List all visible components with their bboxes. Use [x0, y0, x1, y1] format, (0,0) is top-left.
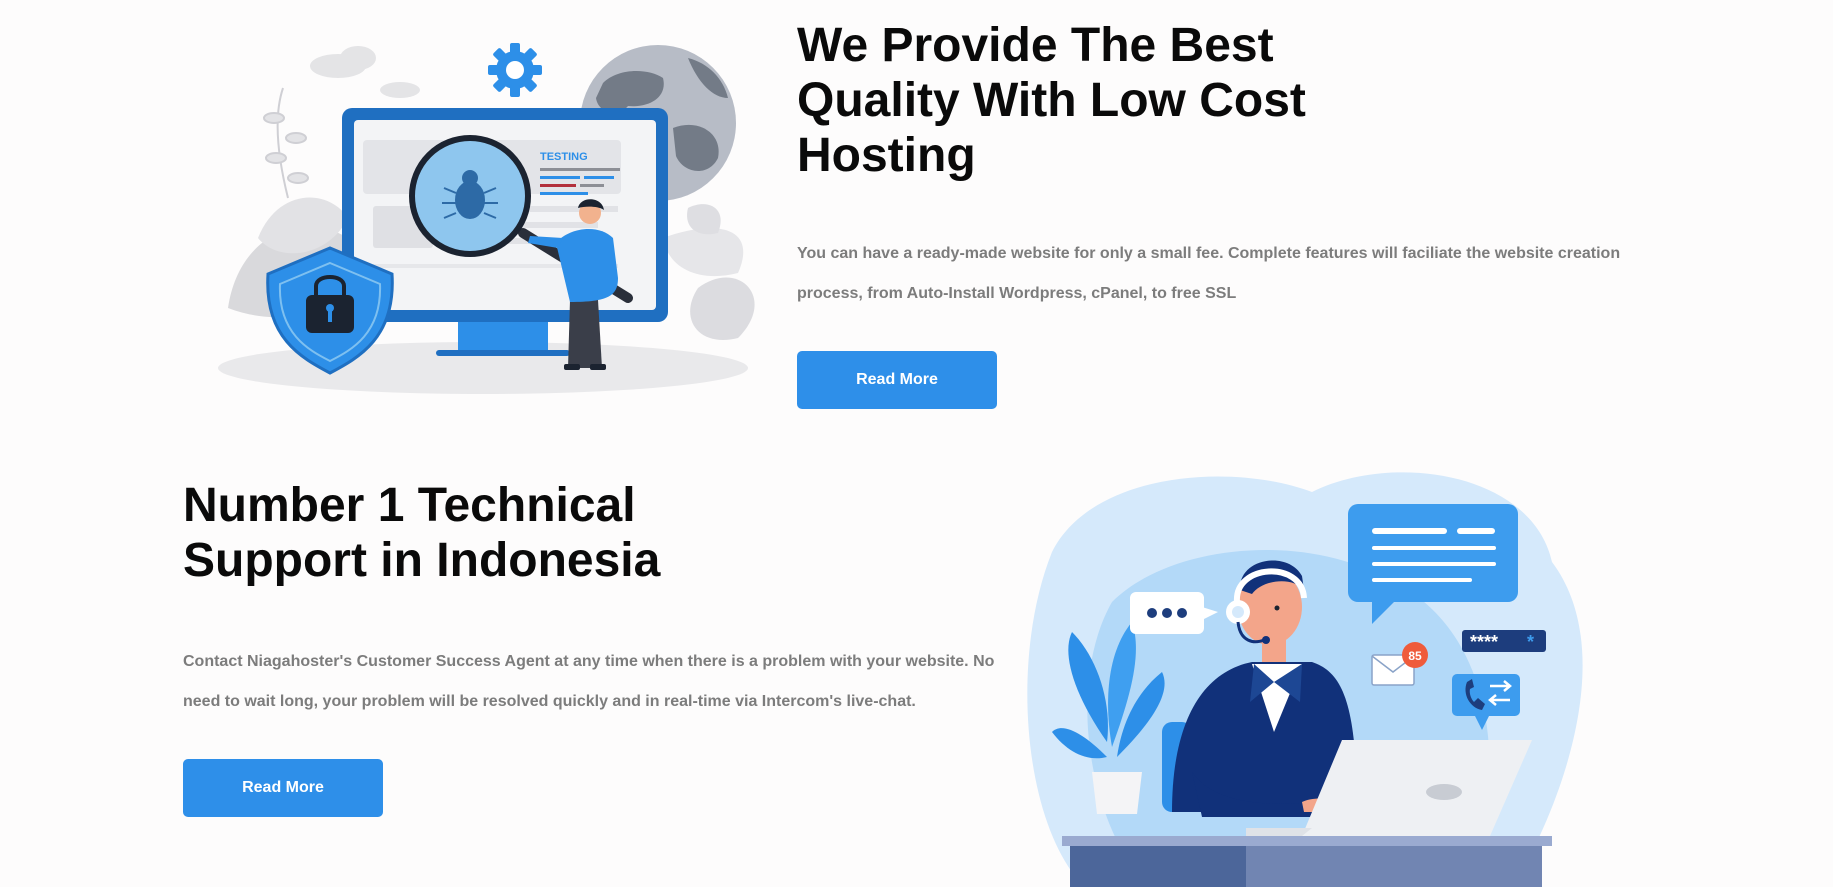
desk-icon	[1062, 836, 1552, 887]
support-title: Number 1 Technical Support in Indonesia	[183, 479, 661, 587]
cloud-icon	[310, 46, 420, 98]
support-illustration: **** * 85	[1027, 472, 1583, 887]
hosting-title: We Provide The Best Quality With Low Cos…	[797, 19, 1306, 182]
support-read-more-button[interactable]: Read More	[183, 759, 383, 817]
hosting-read-more-button[interactable]: Read More	[797, 351, 997, 409]
password-mask: ****	[1470, 632, 1498, 652]
password-mask-accent: *	[1527, 632, 1534, 652]
support-description: Contact Niagahoster's Customer Success A…	[183, 653, 995, 710]
mail-count-badge: 85	[1408, 649, 1422, 663]
hosting-description: You can have a ready-made website for on…	[797, 245, 1621, 302]
testing-label: TESTING	[540, 151, 588, 163]
password-field-icon: **** *	[1462, 630, 1546, 652]
gear-icon	[488, 43, 542, 97]
page: TESTING We Provide The Best Quality With…	[0, 0, 1833, 887]
testing-illustration: TESTING	[218, 43, 755, 394]
